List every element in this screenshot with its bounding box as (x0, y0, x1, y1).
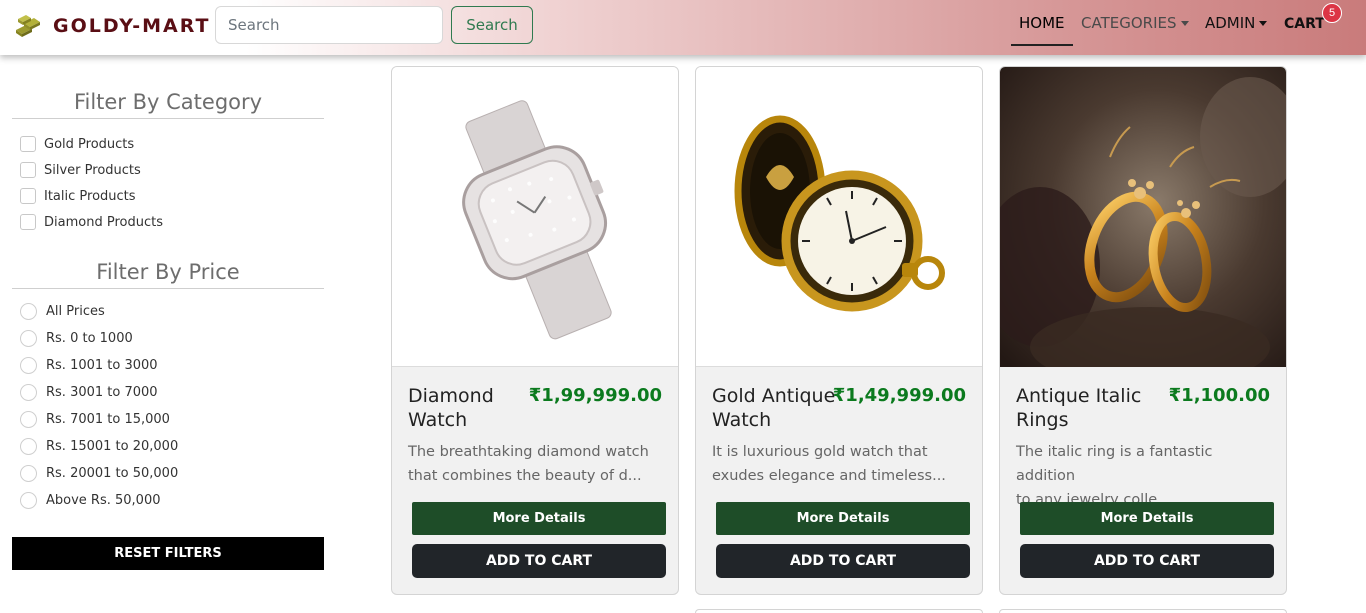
checkbox[interactable] (20, 188, 36, 204)
product-image[interactable] (392, 67, 678, 367)
more-details-button[interactable]: More Details (1020, 502, 1274, 535)
price-radio-1001-3000[interactable]: Rs. 1001 to 3000 (20, 357, 158, 374)
nav-categories-dropdown[interactable]: CATEGORIES (1081, 14, 1189, 32)
product-image[interactable] (696, 67, 982, 367)
italic-rings-image (1000, 67, 1286, 387)
price-radio-3001-7000[interactable]: Rs. 3001 to 7000 (20, 384, 158, 401)
diamond-watch-image (462, 100, 612, 340)
price-radio-7001-15000[interactable]: Rs. 7001 to 15,000 (20, 411, 170, 428)
price-label: Rs. 0 to 1000 (46, 331, 133, 346)
active-nav-underline (1011, 44, 1073, 46)
product-description-line: It is luxurious gold watch that (712, 444, 928, 460)
category-checkbox-gold[interactable]: Gold Products (20, 136, 134, 152)
radio[interactable] (20, 303, 37, 320)
next-product-card-edge (695, 609, 983, 613)
price-label: Rs. 15001 to 20,000 (46, 439, 179, 454)
product-description-line: The breathtaking diamond watch (408, 444, 649, 460)
price-radio-20001-50000[interactable]: Rs. 20001 to 50,000 (20, 465, 178, 482)
radio[interactable] (20, 411, 37, 428)
caret-down-icon (1259, 21, 1268, 26)
price-radio-0-1000[interactable]: Rs. 0 to 1000 (20, 330, 133, 347)
brand-name: GOLDY-MART (53, 15, 211, 37)
product-card: Antique Italic Rings ₹1,100.00 The itali… (999, 66, 1287, 595)
product-name[interactable]: Diamond Watch (408, 384, 543, 432)
category-label: Gold Products (44, 136, 135, 152)
category-checkbox-silver[interactable]: Silver Products (20, 162, 141, 178)
radio[interactable] (20, 357, 37, 374)
add-to-cart-button[interactable]: ADD TO CART (716, 544, 970, 578)
nav-admin-label: ADMIN (1205, 14, 1256, 32)
brand[interactable]: GOLDY-MART (12, 10, 210, 42)
checkbox[interactable] (20, 136, 36, 152)
category-checkbox-italic[interactable]: Italic Products (20, 188, 136, 204)
add-to-cart-button[interactable]: ADD TO CART (1020, 544, 1274, 578)
category-filter-title: Filter By Category (73, 90, 263, 114)
category-label: Silver Products (44, 162, 141, 178)
product-description-line: that combines the beauty of d... (408, 468, 642, 484)
category-label: Italic Products (44, 188, 136, 204)
nav-home[interactable]: HOME (1019, 14, 1065, 32)
nav-categories-label: CATEGORIES (1081, 14, 1177, 32)
price-radio-above-50000[interactable]: Above Rs. 50,000 (20, 492, 160, 509)
divider (12, 288, 324, 289)
search-input[interactable] (215, 6, 443, 44)
price-label: Above Rs. 50,000 (46, 493, 161, 508)
price-label: All Prices (46, 304, 105, 319)
product-description-line: The italic ring is a fantastic addition (1016, 444, 1213, 484)
product-image[interactable] (1000, 67, 1286, 387)
product-name[interactable]: Antique Italic Rings (1016, 384, 1151, 432)
nav-admin-dropdown[interactable]: ADMIN (1205, 14, 1268, 32)
navbar: GOLDY-MART Search HOME CATEGORIES ADMIN … (0, 0, 1366, 55)
gold-pocket-watch-image (734, 115, 945, 312)
radio[interactable] (20, 384, 37, 401)
search-button[interactable]: Search (451, 6, 533, 44)
product-price: ₹1,99,999.00 (528, 385, 662, 406)
caret-down-icon (1180, 21, 1189, 26)
price-radio-all[interactable]: All Prices (20, 303, 105, 320)
nav-cart[interactable]: CART (1284, 16, 1325, 32)
radio[interactable] (20, 492, 37, 509)
cart-count-badge: 5 (1322, 3, 1342, 23)
more-details-button[interactable]: More Details (412, 502, 666, 535)
price-label: Rs. 20001 to 50,000 (46, 466, 179, 481)
price-label: Rs. 7001 to 15,000 (46, 412, 170, 427)
price-label: Rs. 3001 to 7000 (46, 385, 158, 400)
product-name[interactable]: Gold Antique Watch (712, 384, 847, 432)
reset-filters-button[interactable]: RESET FILTERS (12, 537, 324, 570)
product-card: Diamond Watch ₹1,99,999.00 The breathtak… (391, 66, 679, 595)
category-checkbox-diamond[interactable]: Diamond Products (20, 214, 163, 230)
divider (12, 118, 324, 119)
radio[interactable] (20, 465, 37, 482)
product-description: It is luxurious gold watch that exudes e… (712, 440, 970, 488)
checkbox[interactable] (20, 214, 36, 230)
radio[interactable] (20, 438, 37, 455)
gold-bars-logo-icon (16, 15, 40, 37)
price-filter-title: Filter By Price (96, 260, 240, 284)
product-description: The breathtaking diamond watch that comb… (408, 440, 666, 488)
price-label: Rs. 1001 to 3000 (46, 358, 158, 373)
price-radio-15001-20000[interactable]: Rs. 15001 to 20,000 (20, 438, 178, 455)
product-price: ₹1,100.00 (1168, 385, 1270, 406)
next-product-card-edge (999, 609, 1287, 613)
category-label: Diamond Products (44, 214, 163, 230)
product-price: ₹1,49,999.00 (832, 385, 966, 406)
product-description-line: exudes elegance and timeless... (712, 468, 946, 484)
more-details-button[interactable]: More Details (716, 502, 970, 535)
radio[interactable] (20, 330, 37, 347)
add-to-cart-button[interactable]: ADD TO CART (412, 544, 666, 578)
checkbox[interactable] (20, 162, 36, 178)
product-card: Gold Antique Watch ₹1,49,999.00 It is lu… (695, 66, 983, 595)
